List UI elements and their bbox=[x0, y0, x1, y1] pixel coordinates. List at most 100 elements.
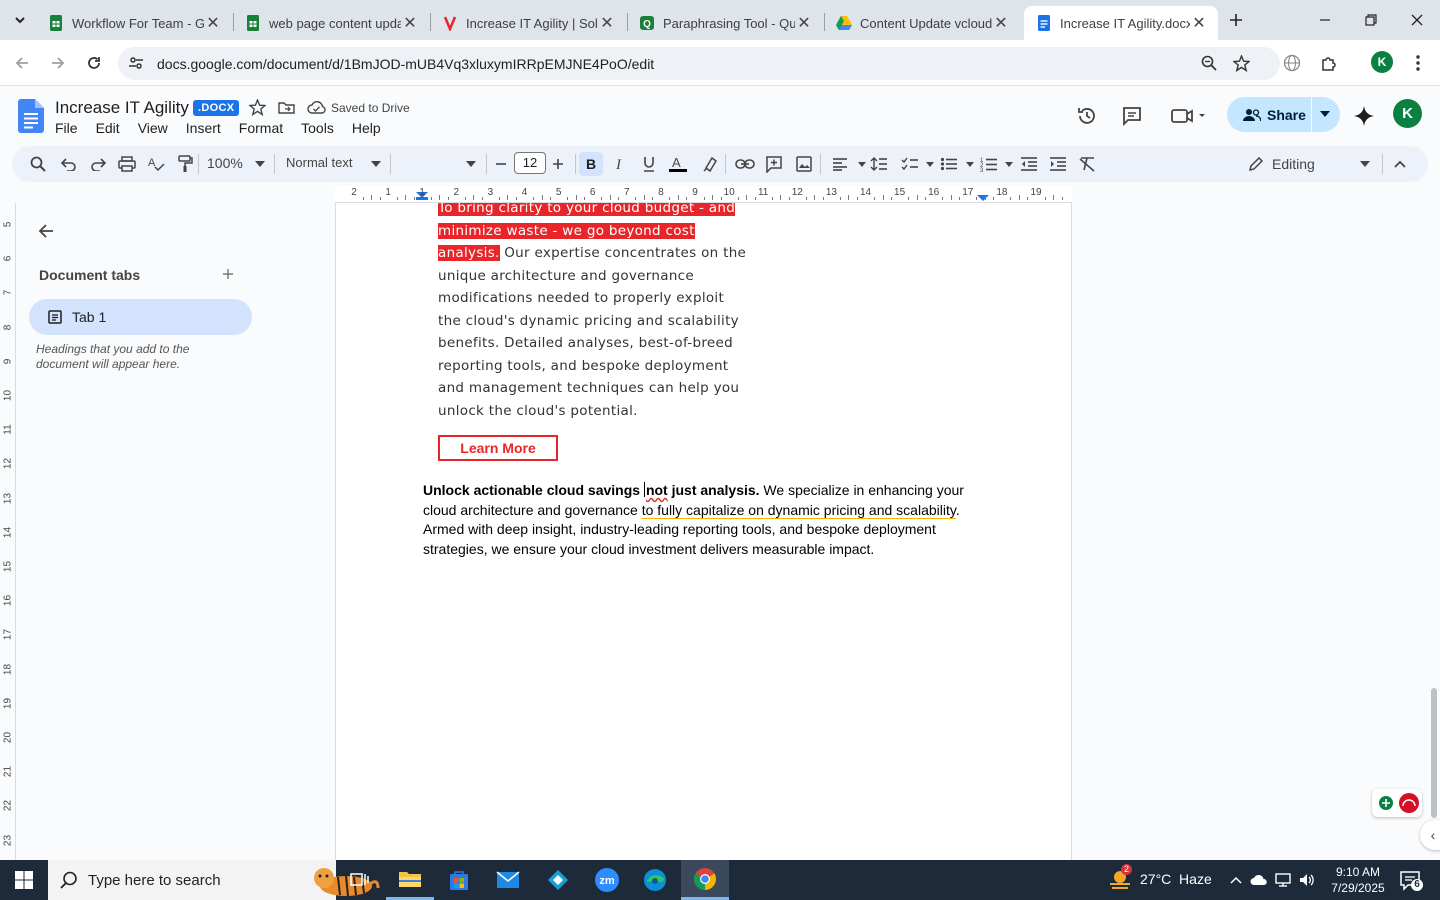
minimize-window-button[interactable] bbox=[1302, 6, 1348, 34]
paint-format-icon[interactable] bbox=[173, 152, 197, 176]
star-icon[interactable] bbox=[249, 99, 266, 116]
print-icon[interactable] bbox=[115, 152, 139, 176]
menu-file[interactable]: File bbox=[55, 120, 84, 136]
floating-extension-widget[interactable] bbox=[1372, 789, 1422, 817]
translate-globe-icon[interactable] bbox=[1280, 51, 1304, 75]
taskbar-edge[interactable] bbox=[631, 860, 679, 900]
browser-tab[interactable]: Increase IT Agility | Solu ✕ bbox=[430, 6, 626, 40]
browser-tab[interactable]: Content Update vcloud ✕ bbox=[824, 6, 1020, 40]
gemini-sparkle-icon[interactable] bbox=[1348, 100, 1380, 132]
version-history-icon[interactable] bbox=[1071, 100, 1103, 132]
insert-link-icon[interactable] bbox=[733, 152, 757, 176]
menu-edit[interactable]: Edit bbox=[96, 120, 126, 136]
taskbar-app-diamond[interactable] bbox=[534, 860, 582, 900]
close-tab-icon[interactable]: ✕ bbox=[401, 14, 419, 32]
forward-button[interactable] bbox=[46, 51, 70, 75]
bookmark-star-icon[interactable] bbox=[1233, 55, 1250, 72]
text-color-icon[interactable]: A bbox=[666, 152, 690, 176]
line-spacing-icon[interactable] bbox=[867, 152, 891, 176]
menu-view[interactable]: View bbox=[138, 120, 174, 136]
search-menus-icon[interactable] bbox=[26, 152, 50, 176]
site-info-icon[interactable] bbox=[128, 55, 144, 71]
redo-icon[interactable] bbox=[86, 152, 110, 176]
grammar-suggestion-text[interactable]: to fully capitalize on dynamic pricing a… bbox=[642, 502, 956, 518]
cloud-saved-icon[interactable] bbox=[307, 99, 326, 116]
highlight-color-icon[interactable] bbox=[698, 152, 722, 176]
document-title[interactable]: Increase IT Agility bbox=[55, 98, 189, 118]
zoom-select[interactable]: 100% bbox=[207, 155, 243, 171]
taskbar-file-explorer[interactable] bbox=[386, 860, 434, 900]
vertical-ruler[interactable]: 5 6 7 8 9 10 11 12 13 14 15 16 17 18 19 20 21 22 23 bbox=[0, 203, 16, 860]
document-tab-item[interactable]: Tab 1 bbox=[29, 299, 252, 335]
editing-mode-select[interactable]: Editing bbox=[1248, 152, 1370, 176]
taskbar-search-box[interactable]: Type here to search bbox=[48, 860, 380, 900]
embedded-image-text[interactable]: To bring clarity to your cloud budget - … bbox=[438, 203, 748, 422]
underline-icon[interactable] bbox=[637, 152, 661, 176]
share-dropdown-icon[interactable] bbox=[1320, 111, 1330, 117]
close-tab-icon[interactable]: ✕ bbox=[204, 14, 222, 32]
restore-window-button[interactable] bbox=[1348, 6, 1394, 34]
browser-menu-icon[interactable] bbox=[1406, 51, 1430, 75]
horizontal-ruler[interactable]: 2 1 1 2 3 4 5 6 7 8 9 10 11 12 13 14 15 16 17 18 19 bbox=[335, 186, 1072, 203]
zoom-icon[interactable] bbox=[1201, 55, 1217, 71]
taskbar-microsoft-store[interactable] bbox=[435, 860, 483, 900]
spellcheck-icon[interactable]: A bbox=[144, 152, 168, 176]
add-emoji-icon[interactable] bbox=[1378, 795, 1394, 811]
taskbar-mail[interactable] bbox=[484, 860, 532, 900]
address-bar[interactable]: docs.google.com/document/d/1BmJOD-mUB4Vq… bbox=[118, 47, 1280, 80]
new-tab-button[interactable] bbox=[1224, 8, 1248, 32]
extensions-puzzle-icon[interactable] bbox=[1317, 51, 1341, 75]
taskbar-chrome[interactable] bbox=[681, 860, 729, 900]
meet-video-icon[interactable] bbox=[1166, 100, 1210, 132]
google-docs-logo-icon[interactable] bbox=[18, 99, 44, 133]
add-comment-icon[interactable] bbox=[762, 152, 786, 176]
taskbar-zoom[interactable]: zm bbox=[583, 860, 631, 900]
menu-format[interactable]: Format bbox=[239, 120, 289, 136]
body-paragraph[interactable]: Unlock actionable cloud savings not just… bbox=[423, 481, 993, 559]
notification-center-button[interactable]: 6 bbox=[1398, 868, 1423, 892]
italic-icon[interactable]: I bbox=[608, 152, 632, 176]
browser-tab-active[interactable]: Increase IT Agility.docx ✕ bbox=[1024, 6, 1218, 40]
taskbar-clock[interactable]: 9:10 AM 7/29/2025 bbox=[1328, 864, 1388, 896]
browser-tab[interactable]: web page content upda ✕ bbox=[233, 6, 429, 40]
menu-insert[interactable]: Insert bbox=[186, 120, 227, 136]
zoom-dropdown-icon[interactable] bbox=[248, 152, 272, 176]
browser-profile-avatar[interactable]: K bbox=[1371, 51, 1393, 73]
close-tab-icon[interactable]: ✕ bbox=[598, 14, 616, 32]
tray-chevron-up-icon[interactable] bbox=[1228, 870, 1244, 890]
volume-icon[interactable] bbox=[1298, 870, 1316, 890]
close-outline-button[interactable] bbox=[34, 219, 58, 243]
comments-icon[interactable] bbox=[1116, 100, 1148, 132]
increase-indent-icon[interactable] bbox=[1046, 152, 1070, 176]
network-icon[interactable] bbox=[1274, 870, 1292, 890]
decrease-indent-icon[interactable] bbox=[1017, 152, 1041, 176]
browser-tab[interactable]: Workflow For Team - Go ✕ bbox=[36, 6, 232, 40]
font-size-input[interactable]: 12 bbox=[514, 152, 546, 174]
windows-start-button[interactable] bbox=[0, 860, 48, 900]
insert-image-icon[interactable] bbox=[792, 152, 816, 176]
bold-button[interactable]: B bbox=[579, 152, 603, 176]
clear-formatting-icon[interactable] bbox=[1075, 152, 1099, 176]
vertical-scrollbar-thumb[interactable] bbox=[1431, 688, 1437, 818]
spelling-error-word[interactable]: not bbox=[646, 482, 668, 498]
grammar-assistant-icon[interactable] bbox=[1398, 792, 1420, 814]
close-tab-icon[interactable]: ✕ bbox=[795, 14, 813, 32]
add-tab-button[interactable] bbox=[219, 265, 237, 283]
align-left-icon[interactable] bbox=[828, 152, 852, 176]
onedrive-cloud-icon[interactable] bbox=[1250, 870, 1268, 890]
close-tab-icon[interactable]: ✕ bbox=[992, 14, 1010, 32]
close-window-button[interactable] bbox=[1394, 6, 1440, 34]
share-button[interactable]: Share bbox=[1227, 97, 1340, 132]
close-tab-icon[interactable]: ✕ bbox=[1190, 14, 1208, 32]
browser-tab[interactable]: Q Paraphrasing Tool - Quil ✕ bbox=[627, 6, 823, 40]
undo-icon[interactable] bbox=[57, 152, 81, 176]
reload-button[interactable] bbox=[82, 51, 106, 75]
document-page[interactable]: To bring clarity to your cloud budget - … bbox=[335, 203, 1072, 860]
increase-font-size-icon[interactable] bbox=[546, 152, 570, 176]
weather-widget[interactable]: 2 27°C Haze bbox=[1108, 864, 1212, 890]
font-dropdown-icon[interactable] bbox=[459, 152, 483, 176]
menu-tools[interactable]: Tools bbox=[301, 120, 340, 136]
style-dropdown-icon[interactable] bbox=[364, 152, 388, 176]
learn-more-button-image[interactable]: Learn More bbox=[438, 435, 558, 461]
collapse-menus-icon[interactable] bbox=[1388, 152, 1412, 176]
